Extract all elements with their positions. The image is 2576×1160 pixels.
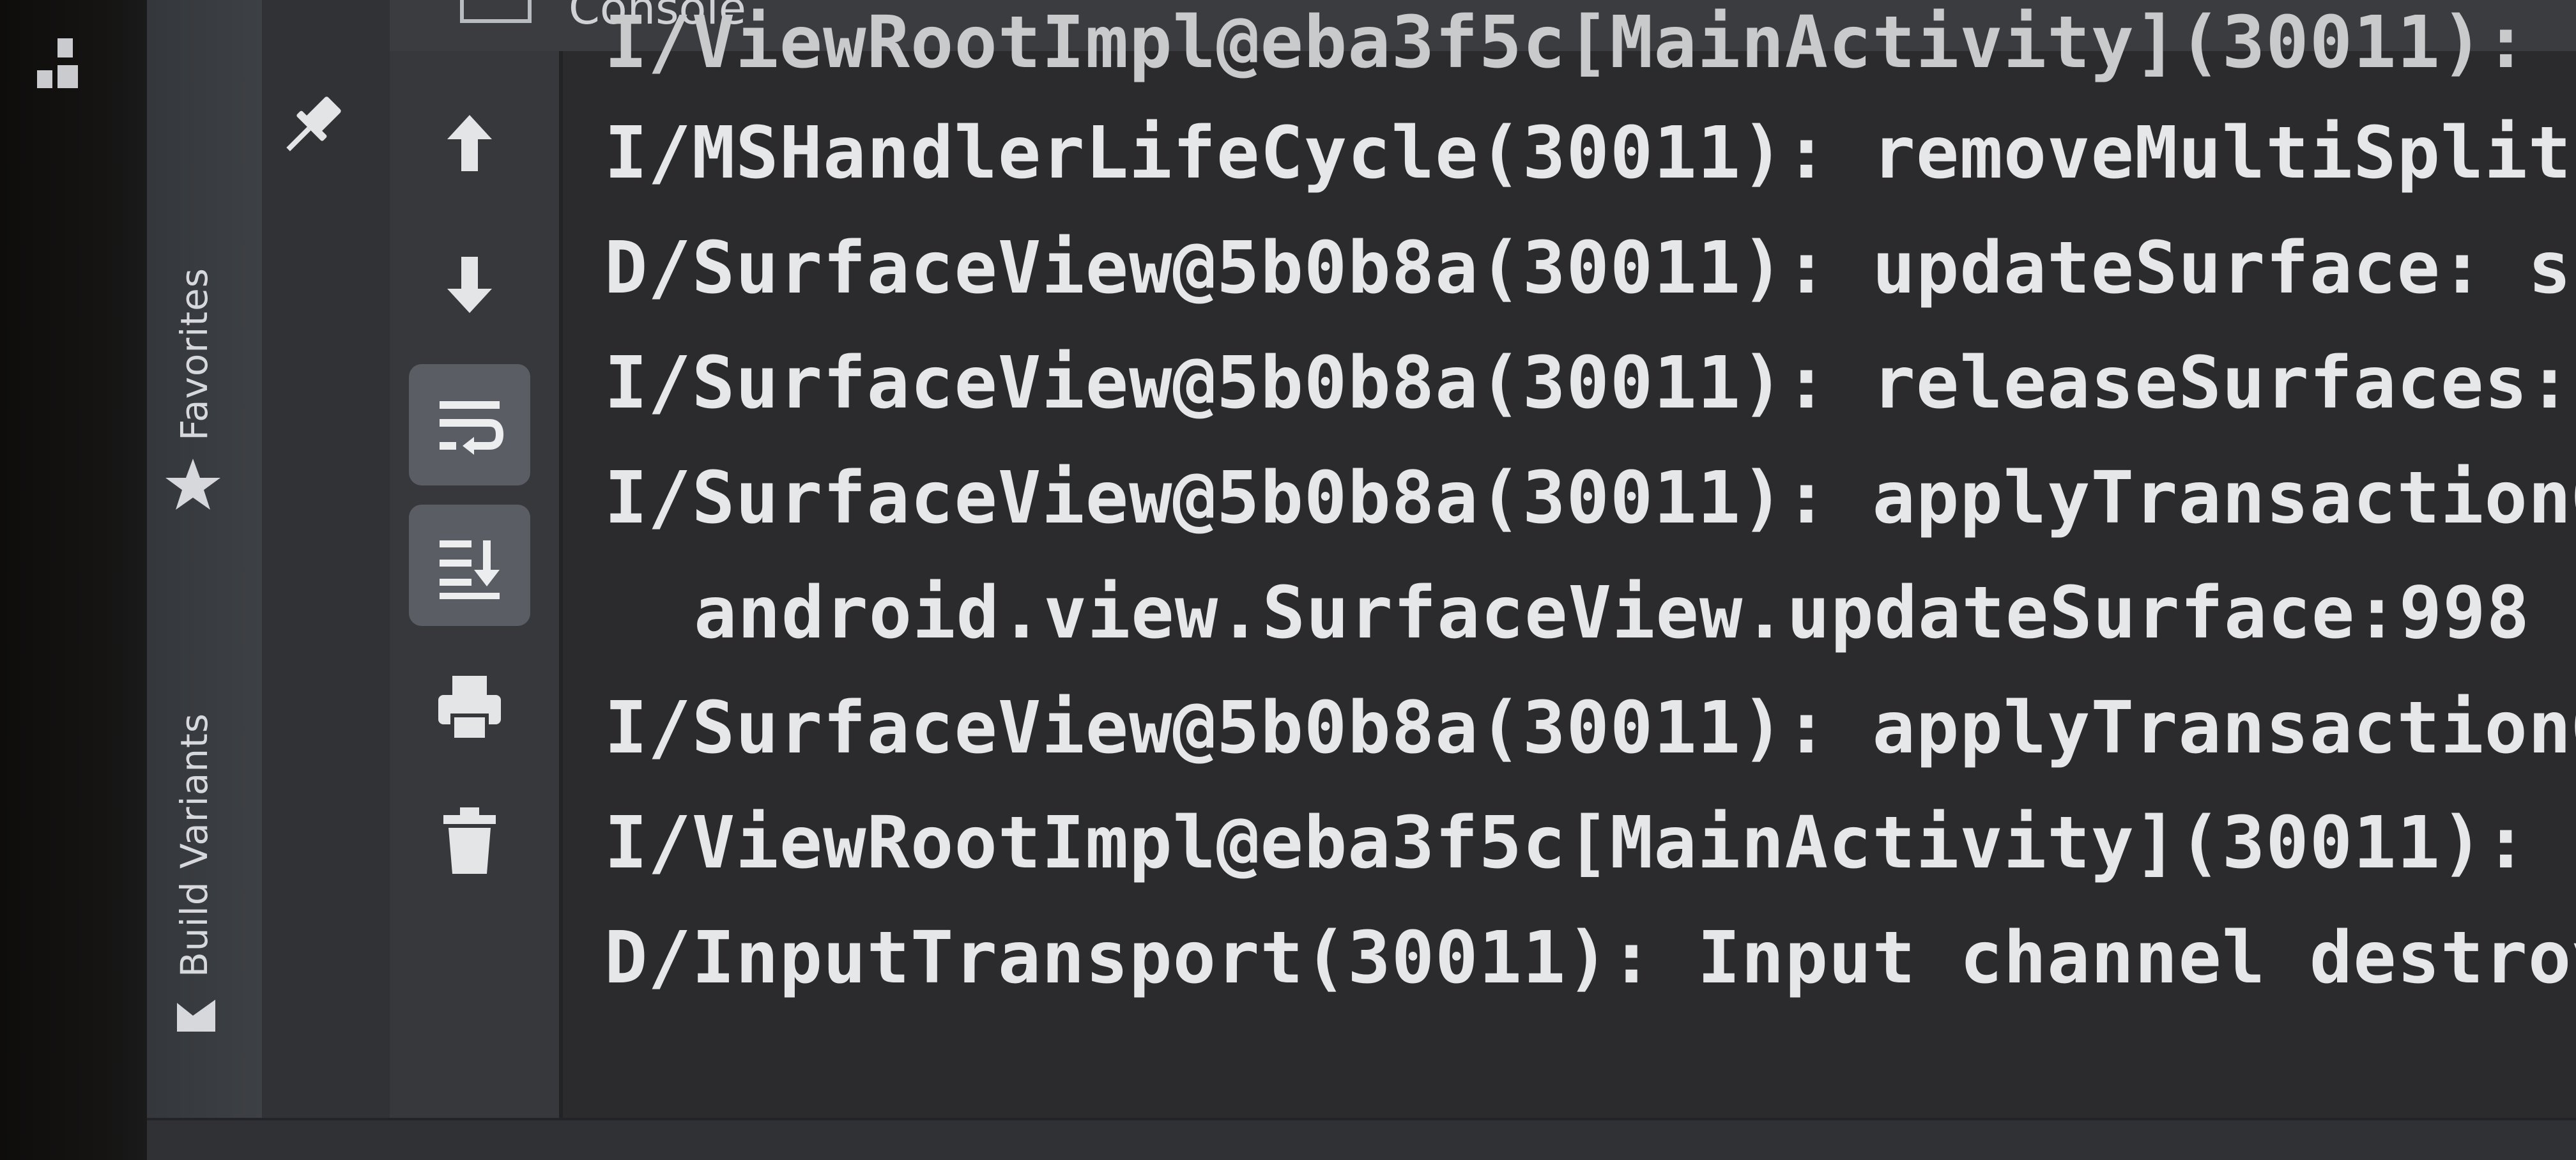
- clear-all-icon: [443, 807, 496, 874]
- scroll-to-end-icon: [440, 540, 500, 599]
- star-icon: [165, 459, 220, 510]
- log-line-continuation: android.view.SurfaceView.updateSurface:9…: [694, 572, 2576, 655]
- scroll-down-button[interactable]: [409, 224, 530, 345]
- scroll-up-icon: [447, 115, 492, 171]
- log-line: I/ViewRootImpl@eba3f5c[MainActivity](300…: [604, 802, 2576, 885]
- soft-wrap-icon: [440, 401, 504, 455]
- log-line: I/MSHandlerLifeCycle(30011): removeMulti…: [604, 112, 2576, 195]
- log-line: D/InputTransport(30011): Input channel d…: [604, 917, 2576, 1000]
- structure-icon[interactable]: [32, 26, 83, 96]
- build-variants-tab[interactable]: Build Variants: [172, 713, 216, 977]
- pin-icon[interactable]: [272, 83, 355, 166]
- console-output[interactable]: I/ViewRootImpl@eba3f5c[MainActivity](300…: [559, 1, 2576, 1118]
- log-line: I/SurfaceView@5b0b8a(30011): applyTransa…: [604, 687, 2576, 770]
- log-line: I/ViewRootImpl@eba3f5c[MainActivity](300…: [604, 1, 2576, 84]
- log-line: I/SurfaceView@5b0b8a(30011): applyTransa…: [604, 457, 2576, 540]
- soft-wrap-button[interactable]: [409, 364, 530, 485]
- build-variants-icon: [177, 1000, 215, 1032]
- clear-all-button[interactable]: [409, 779, 530, 901]
- print-icon: [438, 676, 501, 742]
- log-line: D/SurfaceView@5b0b8a(30011): updateSurfa…: [604, 227, 2576, 310]
- favorites-tab[interactable]: Favorites: [172, 268, 216, 441]
- scroll-up-button[interactable]: [409, 83, 530, 204]
- log-line: I/SurfaceView@5b0b8a(30011): releaseSurf…: [604, 342, 2572, 425]
- print-button[interactable]: [409, 645, 530, 767]
- scroll-down-icon: [447, 257, 492, 313]
- monitor-bezel: [0, 0, 147, 1160]
- scroll-to-end-button[interactable]: [409, 505, 530, 626]
- console-tab-icon: [460, 0, 532, 23]
- pin-column: [262, 0, 390, 1160]
- status-bar: [147, 1118, 2576, 1160]
- tool-window-strip: [147, 0, 262, 1160]
- android-studio-window: Console Favorites Build Variants I/ViewR…: [0, 0, 2576, 1160]
